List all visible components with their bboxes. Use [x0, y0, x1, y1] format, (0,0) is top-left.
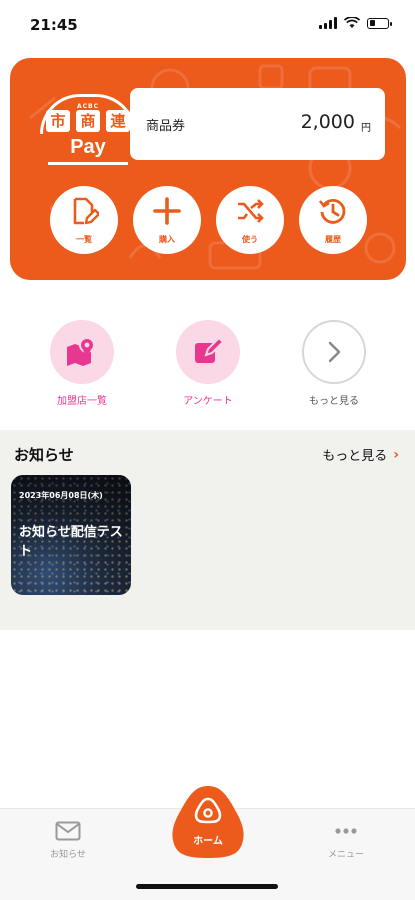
shuffle-icon	[238, 199, 264, 223]
more-links[interactable]: もっと見る	[279, 320, 389, 407]
status-time: 21:45	[30, 16, 78, 34]
use-button-label: 使う	[242, 235, 258, 244]
balance-unit: 円	[361, 123, 371, 134]
logo-kanji-1: 市	[46, 110, 70, 132]
purchase-button-label: 購入	[159, 235, 175, 244]
history-button-label: 履歴	[325, 235, 341, 244]
use-button[interactable]: 使う	[216, 186, 284, 254]
nav-item-news[interactable]: お知らせ	[28, 821, 108, 860]
news-card[interactable]: 2023年06月08日(木) お知らせ配信テスト	[11, 475, 131, 595]
wifi-icon	[344, 17, 360, 28]
news-more-link[interactable]: もっと見る ›	[322, 445, 399, 465]
history-icon	[318, 198, 346, 224]
member-stores-label: 加盟店一覧	[57, 396, 107, 407]
map-pin-icon	[67, 337, 95, 366]
logo-kanji: 市 商 連	[46, 110, 130, 132]
news-section: お知らせ もっと見る › 2023年06月08日(木) お知らせ配信テスト	[0, 430, 415, 630]
purchase-button[interactable]: 購入	[133, 186, 201, 254]
news-card-headline: お知らせ配信テスト	[19, 525, 123, 559]
history-button[interactable]: 履歴	[299, 186, 367, 254]
balance-box[interactable]: 商品券 2,000 円	[130, 88, 385, 160]
list-button-label: 一覧	[76, 235, 92, 244]
more-links-label: もっと見る	[309, 396, 359, 407]
home-button-label: ホーム	[193, 836, 223, 847]
survey-circle	[176, 320, 240, 384]
balance-amount: 2,000	[300, 111, 355, 133]
home-icon	[194, 797, 222, 824]
more-dots-icon	[335, 828, 357, 834]
balance-label: 商品券	[146, 119, 186, 134]
member-stores-link[interactable]: 加盟店一覧	[27, 320, 137, 407]
pay-card: ACBC 市 商 連 Pay 商品券 2,000 円 一覧 購入 使う 履歴	[10, 58, 406, 280]
plus-icon	[153, 197, 181, 225]
logo-kanji-3: 連	[106, 110, 130, 132]
survey-edit-icon	[195, 336, 225, 363]
battery-icon	[367, 17, 392, 29]
news-more-label: もっと見る	[322, 449, 388, 464]
news-section-title: お知らせ	[14, 446, 74, 464]
mail-icon	[55, 821, 81, 841]
cellular-signal-icon	[319, 17, 337, 29]
member-stores-circle	[50, 320, 114, 384]
home-indicator	[136, 884, 278, 889]
logo-small-text: ACBC	[76, 103, 100, 110]
edit-document-icon	[73, 197, 99, 225]
chevron-right-icon	[328, 341, 341, 363]
nav-item-news-label: お知らせ	[50, 850, 86, 860]
status-icons	[319, 17, 392, 29]
logo-pay-text: Pay	[70, 136, 106, 158]
status-bar: 21:45	[0, 0, 415, 50]
list-button[interactable]: 一覧	[50, 186, 118, 254]
battery-level	[369, 20, 376, 26]
chevron-right-icon: ›	[393, 446, 399, 463]
nav-item-menu-label: メニュー	[327, 850, 364, 860]
survey-link[interactable]: アンケート	[153, 320, 263, 407]
nav-item-menu[interactable]: メニュー	[306, 821, 386, 860]
logo-kanji-2: 商	[76, 110, 100, 132]
survey-label: アンケート	[183, 396, 233, 407]
more-links-circle	[302, 320, 366, 384]
shichoren-pay-logo: ACBC 市 商 連 Pay	[38, 86, 138, 186]
home-button[interactable]: ホーム	[170, 784, 246, 860]
news-card-date: 2023年06月08日(木)	[19, 491, 103, 500]
